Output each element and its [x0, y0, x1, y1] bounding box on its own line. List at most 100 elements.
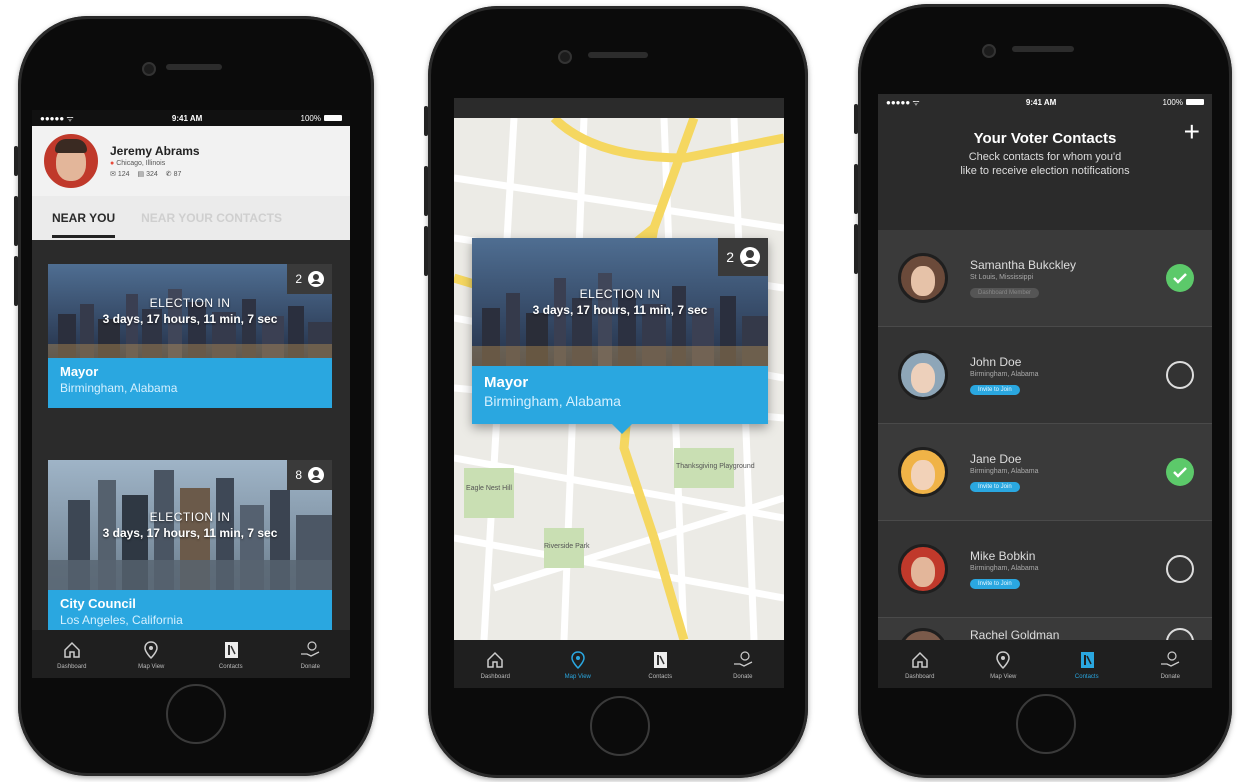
- office-location: Los Angeles, California: [60, 613, 183, 627]
- office-location: Birmingham, Alabama: [484, 393, 621, 409]
- notification-checkbox[interactable]: [1166, 458, 1194, 486]
- tab-contacts[interactable]: Contacts: [619, 649, 702, 680]
- home-icon: [909, 649, 931, 671]
- park-area: [464, 468, 514, 518]
- contact-row[interactable]: Samantha Bukckley St Louis, Mississippi …: [878, 230, 1212, 327]
- election-card[interactable]: ELECTION IN 3 days, 17 hours, 11 min, 7 …: [48, 460, 332, 640]
- tab-donate[interactable]: Donate: [271, 639, 351, 670]
- profile-name: Jeremy Abrams: [110, 144, 200, 158]
- mute-switch: [854, 104, 858, 134]
- clock: 9:41 AM: [171, 113, 203, 123]
- page-title: Your Voter Contacts: [973, 130, 1117, 147]
- contacts-book-icon: [1076, 649, 1098, 671]
- badge-count: 2: [295, 272, 302, 286]
- chat-count: 324: [146, 171, 158, 178]
- tab-label: Dashboard: [480, 673, 510, 680]
- badge-count: 2: [726, 249, 734, 265]
- subtitle-line: Check contacts for whom you'd: [968, 151, 1122, 163]
- volume-down-button: [854, 224, 858, 274]
- avatar: [898, 350, 948, 400]
- tab-label: Donate: [733, 673, 753, 680]
- signal-indicator: ●●●●● ᯤ: [40, 113, 74, 123]
- avatar: [898, 253, 948, 303]
- contact-location: Birmingham, Alabama: [970, 370, 1039, 378]
- tab-near-your-contacts[interactable]: NEAR YOUR CONTACTS: [141, 211, 282, 225]
- battery-icon: [323, 115, 342, 122]
- contacts-list: Samantha Bukckley St Louis, Mississippi …: [878, 230, 1212, 688]
- volume-up-button: [14, 196, 18, 246]
- battery-percent: 100%: [1162, 97, 1183, 107]
- tab-label: Dashboard: [905, 673, 935, 680]
- tab-map-view[interactable]: Map View: [537, 649, 620, 680]
- tab-contacts[interactable]: Contacts: [1045, 649, 1129, 680]
- office-title: City Council: [60, 596, 136, 611]
- map-screen: Eagle Nest Hill Riverside Park Thanksgiv…: [454, 98, 784, 688]
- election-card[interactable]: ELECTION IN 3 days, 17 hours, 11 min, 7 …: [48, 264, 332, 408]
- contact-name: Samantha Bukckley: [970, 257, 1077, 272]
- bottom-tab-bar: Dashboard Map View Contacts Donate: [454, 640, 784, 688]
- battery-percent: 100%: [300, 113, 321, 123]
- contacts-book-icon: [649, 649, 671, 671]
- map-election-popup[interactable]: ELECTION IN 3 days, 17 hours, 11 min, 7 …: [472, 238, 768, 434]
- place-label: Riverside Park: [544, 543, 590, 550]
- election-label: ELECTION IN: [149, 296, 231, 310]
- tab-map-view[interactable]: Map View: [112, 639, 192, 670]
- contact-row[interactable]: Mike Bobkin Birmingham, Alabama Invite t…: [878, 521, 1212, 618]
- home-button[interactable]: [1016, 694, 1076, 754]
- tab-dashboard[interactable]: Dashboard: [878, 649, 962, 680]
- battery-indicator: 100%: [1163, 98, 1204, 107]
- home-icon: [484, 649, 506, 671]
- tab-donate[interactable]: Donate: [1129, 649, 1213, 680]
- volume-down-button: [424, 226, 428, 276]
- mail-stat: ✉ 124: [110, 170, 130, 178]
- notification-checkbox[interactable]: [1166, 361, 1194, 389]
- contact-row[interactable]: Jane Doe Birmingham, Alabama Invite to J…: [878, 424, 1212, 521]
- earpiece-speaker: [588, 52, 648, 58]
- avatar: [898, 544, 948, 594]
- invite-to-join-button[interactable]: Invite to Join: [970, 384, 1020, 395]
- contact-row[interactable]: John Doe Birmingham, Alabama Invite to J…: [878, 327, 1212, 424]
- tab-donate[interactable]: Donate: [702, 649, 785, 680]
- add-contact-button[interactable]: +: [1184, 116, 1200, 148]
- location-subtabs: NEAR YOU NEAR YOUR CONTACTS: [32, 196, 350, 240]
- volume-down-button: [14, 256, 18, 306]
- tab-dashboard[interactable]: Dashboard: [32, 639, 112, 670]
- chat-icon: ▤: [137, 171, 145, 178]
- candidate-count-badge: 2: [718, 238, 768, 276]
- tab-label: Dashboard: [57, 663, 87, 670]
- mail-icon: ✉: [110, 171, 116, 178]
- election-card-footer: Mayor Birmingham, Alabama: [48, 358, 332, 408]
- invite-to-join-button[interactable]: Invite to Join: [970, 578, 1020, 589]
- home-button[interactable]: [166, 684, 226, 744]
- office-location: Birmingham, Alabama: [60, 381, 178, 395]
- mute-switch: [424, 106, 428, 136]
- badge-count: 8: [295, 468, 302, 482]
- front-camera: [558, 50, 572, 64]
- checkmark-icon: [1173, 467, 1187, 478]
- front-camera: [142, 62, 156, 76]
- contacts-book-icon: [220, 639, 242, 661]
- status-bar: ●●●●● ᯤ 9:41 AM 100%: [32, 110, 350, 126]
- tab-contacts[interactable]: Contacts: [191, 639, 271, 670]
- volume-up-button: [424, 166, 428, 216]
- office-title: Mayor: [484, 374, 529, 391]
- profile-header[interactable]: Jeremy Abrams ● Chicago, Illinois ✉ 124 …: [32, 126, 350, 196]
- map-pin-icon: [992, 649, 1014, 671]
- profile-stats: ✉ 124 ▤ 324 ✆ 87: [110, 170, 200, 178]
- notification-checkbox[interactable]: [1166, 264, 1194, 292]
- popup-image: ELECTION IN 3 days, 17 hours, 11 min, 7 …: [472, 238, 768, 366]
- avatar[interactable]: [44, 134, 98, 188]
- notification-checkbox[interactable]: [1166, 555, 1194, 583]
- countdown-text: 3 days, 17 hours, 11 min, 7 sec: [102, 526, 278, 540]
- tab-near-you[interactable]: NEAR YOU: [52, 211, 116, 238]
- dashboard-screen: ●●●●● ᯤ 9:41 AM 100% Jeremy Abrams ● Chi…: [32, 110, 350, 678]
- home-button[interactable]: [590, 696, 650, 756]
- signal-indicator: ●●●●● ᯤ: [886, 97, 920, 107]
- office-title: Mayor: [60, 364, 99, 379]
- contact-location: Birmingham, Alabama: [970, 467, 1039, 475]
- tab-label: Donate: [300, 663, 320, 670]
- election-label: ELECTION IN: [579, 287, 661, 301]
- invite-to-join-button[interactable]: Invite to Join: [970, 481, 1020, 492]
- tab-map-view[interactable]: Map View: [962, 649, 1046, 680]
- tab-dashboard[interactable]: Dashboard: [454, 649, 537, 680]
